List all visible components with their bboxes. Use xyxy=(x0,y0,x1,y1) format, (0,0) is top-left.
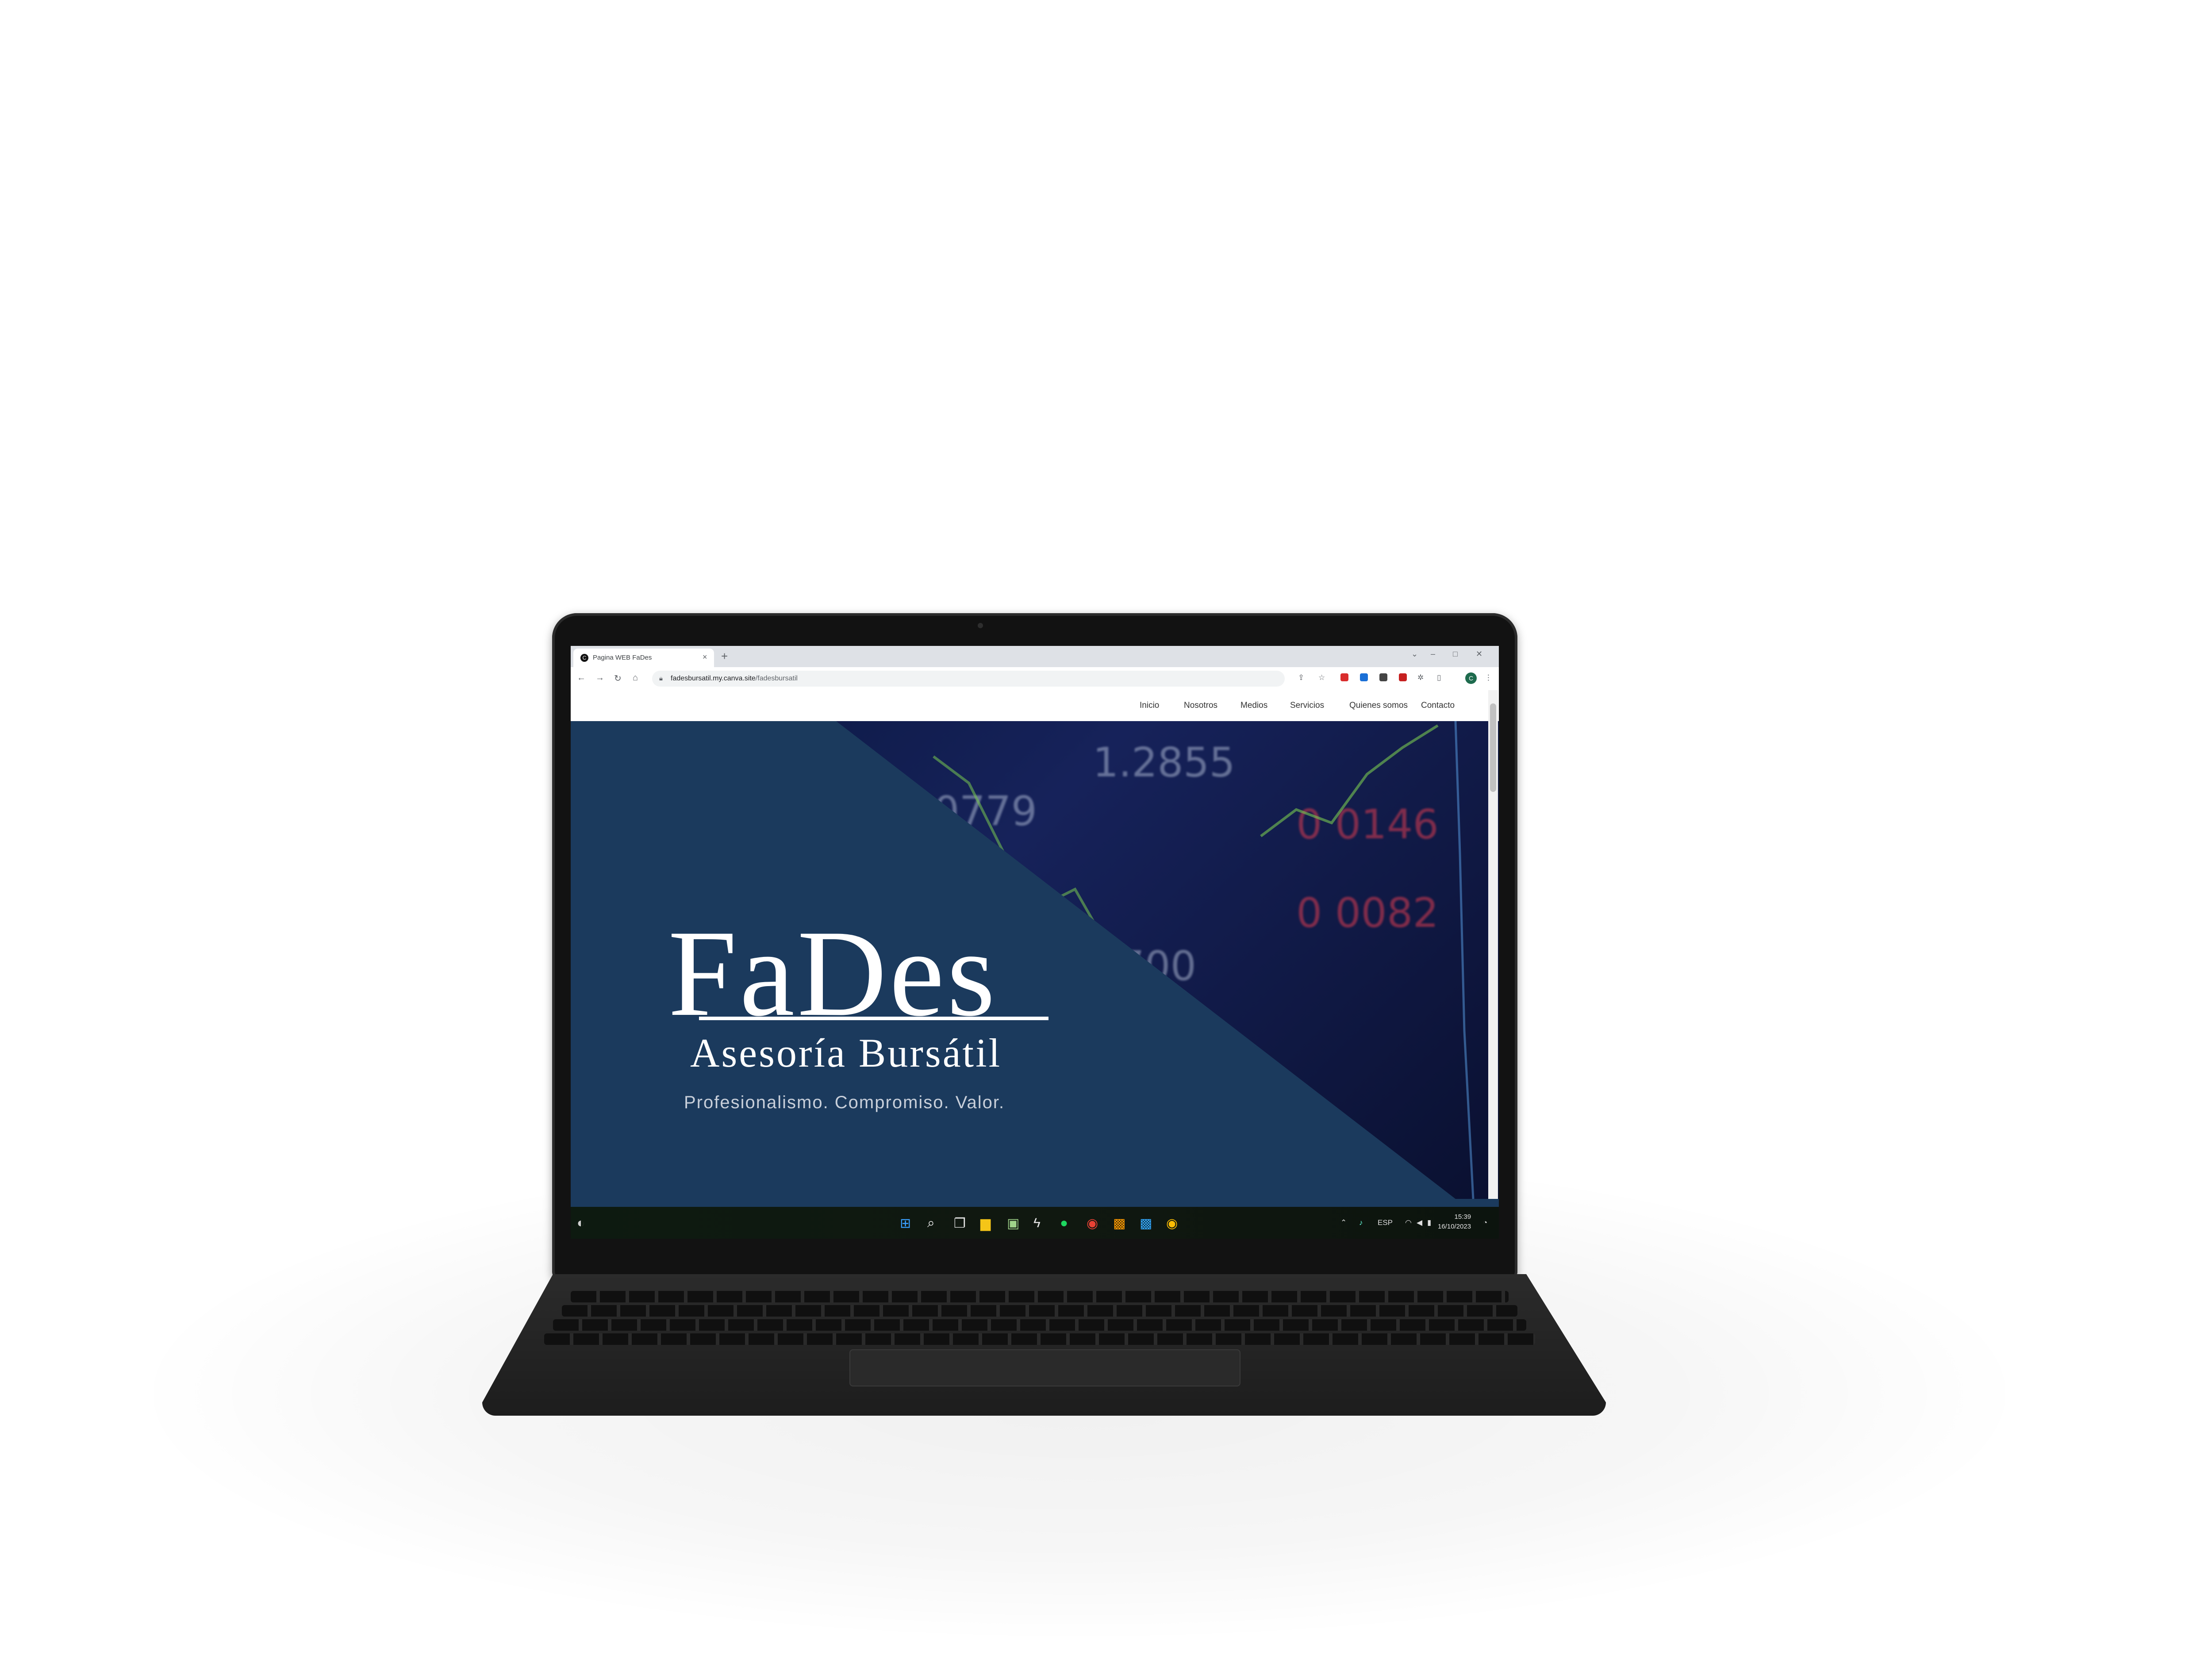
opera-extension-icon[interactable] xyxy=(1340,673,1348,681)
nav-nosotros[interactable]: Nosotros xyxy=(1184,701,1217,710)
spotify-icon[interactable]: ● xyxy=(1060,1216,1068,1231)
back-icon[interactable]: ← xyxy=(577,673,586,683)
hero-tagline: Profesionalismo. Compromiso. Valor. xyxy=(684,1093,1005,1112)
wifi-icon[interactable]: ◠ xyxy=(1405,1218,1412,1227)
minimize-icon[interactable]: – xyxy=(1431,649,1435,659)
keyboard-row xyxy=(553,1319,1526,1331)
photoshop-icon[interactable]: ▩ xyxy=(1140,1216,1152,1231)
canva-favicon-icon: C xyxy=(580,654,588,662)
file-explorer-icon[interactable]: ▆ xyxy=(980,1216,991,1231)
extension-icon[interactable] xyxy=(1360,673,1368,681)
hero-section: 1.2855 0779 0 0146 0 0082 1700 FaDes Ase… xyxy=(571,721,1499,1199)
search-icon[interactable]: ⌕ xyxy=(927,1216,935,1231)
url-path: /fadesbursatil xyxy=(755,675,798,682)
store-icon[interactable]: ▣ xyxy=(1007,1216,1019,1231)
windows-taskbar: ◐ ⊞ ⌕ ❐ ▆ ▣ ϟ ● ◉ ▩ ▩ ◉ ⌃ ♪ ESP ◠ ◀ ▮ 15… xyxy=(571,1207,1499,1239)
share-icon[interactable]: ⇪ xyxy=(1298,673,1304,682)
keyboard-row xyxy=(544,1333,1535,1345)
chrome-icon[interactable]: ◉ xyxy=(1087,1216,1098,1231)
logo-underline xyxy=(699,1017,1048,1020)
keyboard-row xyxy=(571,1291,1509,1302)
nav-inicio[interactable]: Inicio xyxy=(1140,701,1159,710)
cast-extension-icon[interactable] xyxy=(1379,673,1387,681)
notification-bell-icon[interactable]: ◔ xyxy=(1483,1218,1487,1227)
chrome-active-icon[interactable]: ◉ xyxy=(1166,1216,1178,1231)
nav-contacto[interactable]: Contacto xyxy=(1421,701,1455,710)
battery-icon[interactable]: ▮ xyxy=(1427,1218,1431,1227)
task-view-icon[interactable]: ❐ xyxy=(954,1216,966,1231)
webcam xyxy=(978,623,983,628)
clock-date: 16/10/2023 xyxy=(1438,1223,1471,1230)
laptop-screen: C Pagina WEB FaDes × + ⌄ – □ ✕ ← → ↻ ⌂ 🔒… xyxy=(571,646,1499,1239)
profile-avatar[interactable]: C xyxy=(1465,672,1477,684)
url-host: fadesbursatil.my.canva.site xyxy=(671,675,756,682)
microphone-icon[interactable]: ♪ xyxy=(1359,1218,1363,1227)
close-window-icon[interactable]: ✕ xyxy=(1476,649,1482,659)
address-bar[interactable]: 🔒︎ fadesbursatil.my.canva.site/fadesburs… xyxy=(652,671,1285,687)
browser-toolbar: ← → ↻ ⌂ 🔒︎ fadesbursatil.my.canva.site/f… xyxy=(571,667,1499,691)
browser-tab[interactable]: C Pagina WEB FaDes × xyxy=(573,649,714,667)
app-lightning-icon[interactable]: ϟ xyxy=(1033,1216,1041,1231)
tray-chevron-icon[interactable]: ⌃ xyxy=(1340,1218,1347,1227)
nav-quienes-somos[interactable]: Quienes somos xyxy=(1349,701,1408,710)
maximize-icon[interactable]: □ xyxy=(1453,649,1458,659)
menu-kebab-icon[interactable]: ⋮ xyxy=(1485,673,1492,682)
page-scrollbar[interactable] xyxy=(1488,690,1498,1199)
logo-subtitle: Asesoría Bursátil xyxy=(690,1030,1002,1075)
keyboard-row xyxy=(562,1305,1517,1317)
scroll-thumb[interactable] xyxy=(1490,703,1496,792)
lock-icon: 🔒︎ xyxy=(659,675,663,682)
system-clock[interactable]: 15:39 16/10/2023 xyxy=(1438,1212,1471,1232)
new-tab-button[interactable]: + xyxy=(721,649,728,663)
site-nav: Inicio Nosotros Medios Servicios Quienes… xyxy=(571,690,1499,721)
side-panel-icon[interactable]: ▯ xyxy=(1437,673,1441,682)
clock-time: 15:39 xyxy=(1454,1213,1471,1221)
weather-icon[interactable]: ◐ xyxy=(577,1216,585,1231)
bookmark-star-icon[interactable]: ☆ xyxy=(1318,673,1325,682)
browser-tab-bar: C Pagina WEB FaDes × + ⌄ – □ ✕ xyxy=(571,646,1499,667)
start-windows-icon[interactable]: ⊞ xyxy=(900,1216,911,1231)
language-indicator[interactable]: ESP xyxy=(1378,1218,1393,1227)
nav-medios[interactable]: Medios xyxy=(1240,701,1267,710)
extensions-puzzle-icon[interactable]: ✲ xyxy=(1417,673,1424,682)
forward-icon[interactable]: → xyxy=(595,673,604,683)
tab-close-icon[interactable]: × xyxy=(703,653,707,662)
home-icon[interactable]: ⌂ xyxy=(633,673,638,683)
pdf-extension-icon[interactable] xyxy=(1399,673,1407,681)
nav-servicios[interactable]: Servicios xyxy=(1290,701,1324,710)
tab-search-icon[interactable]: ⌄ xyxy=(1411,649,1418,659)
volume-icon[interactable]: ◀ xyxy=(1417,1218,1422,1227)
tab-title: Pagina WEB FaDes xyxy=(593,654,652,661)
trackpad xyxy=(849,1349,1240,1386)
illustrator-icon[interactable]: ▩ xyxy=(1113,1216,1125,1231)
url-text: fadesbursatil.my.canva.site/fadesbursati… xyxy=(671,675,798,683)
reload-icon[interactable]: ↻ xyxy=(614,673,622,684)
